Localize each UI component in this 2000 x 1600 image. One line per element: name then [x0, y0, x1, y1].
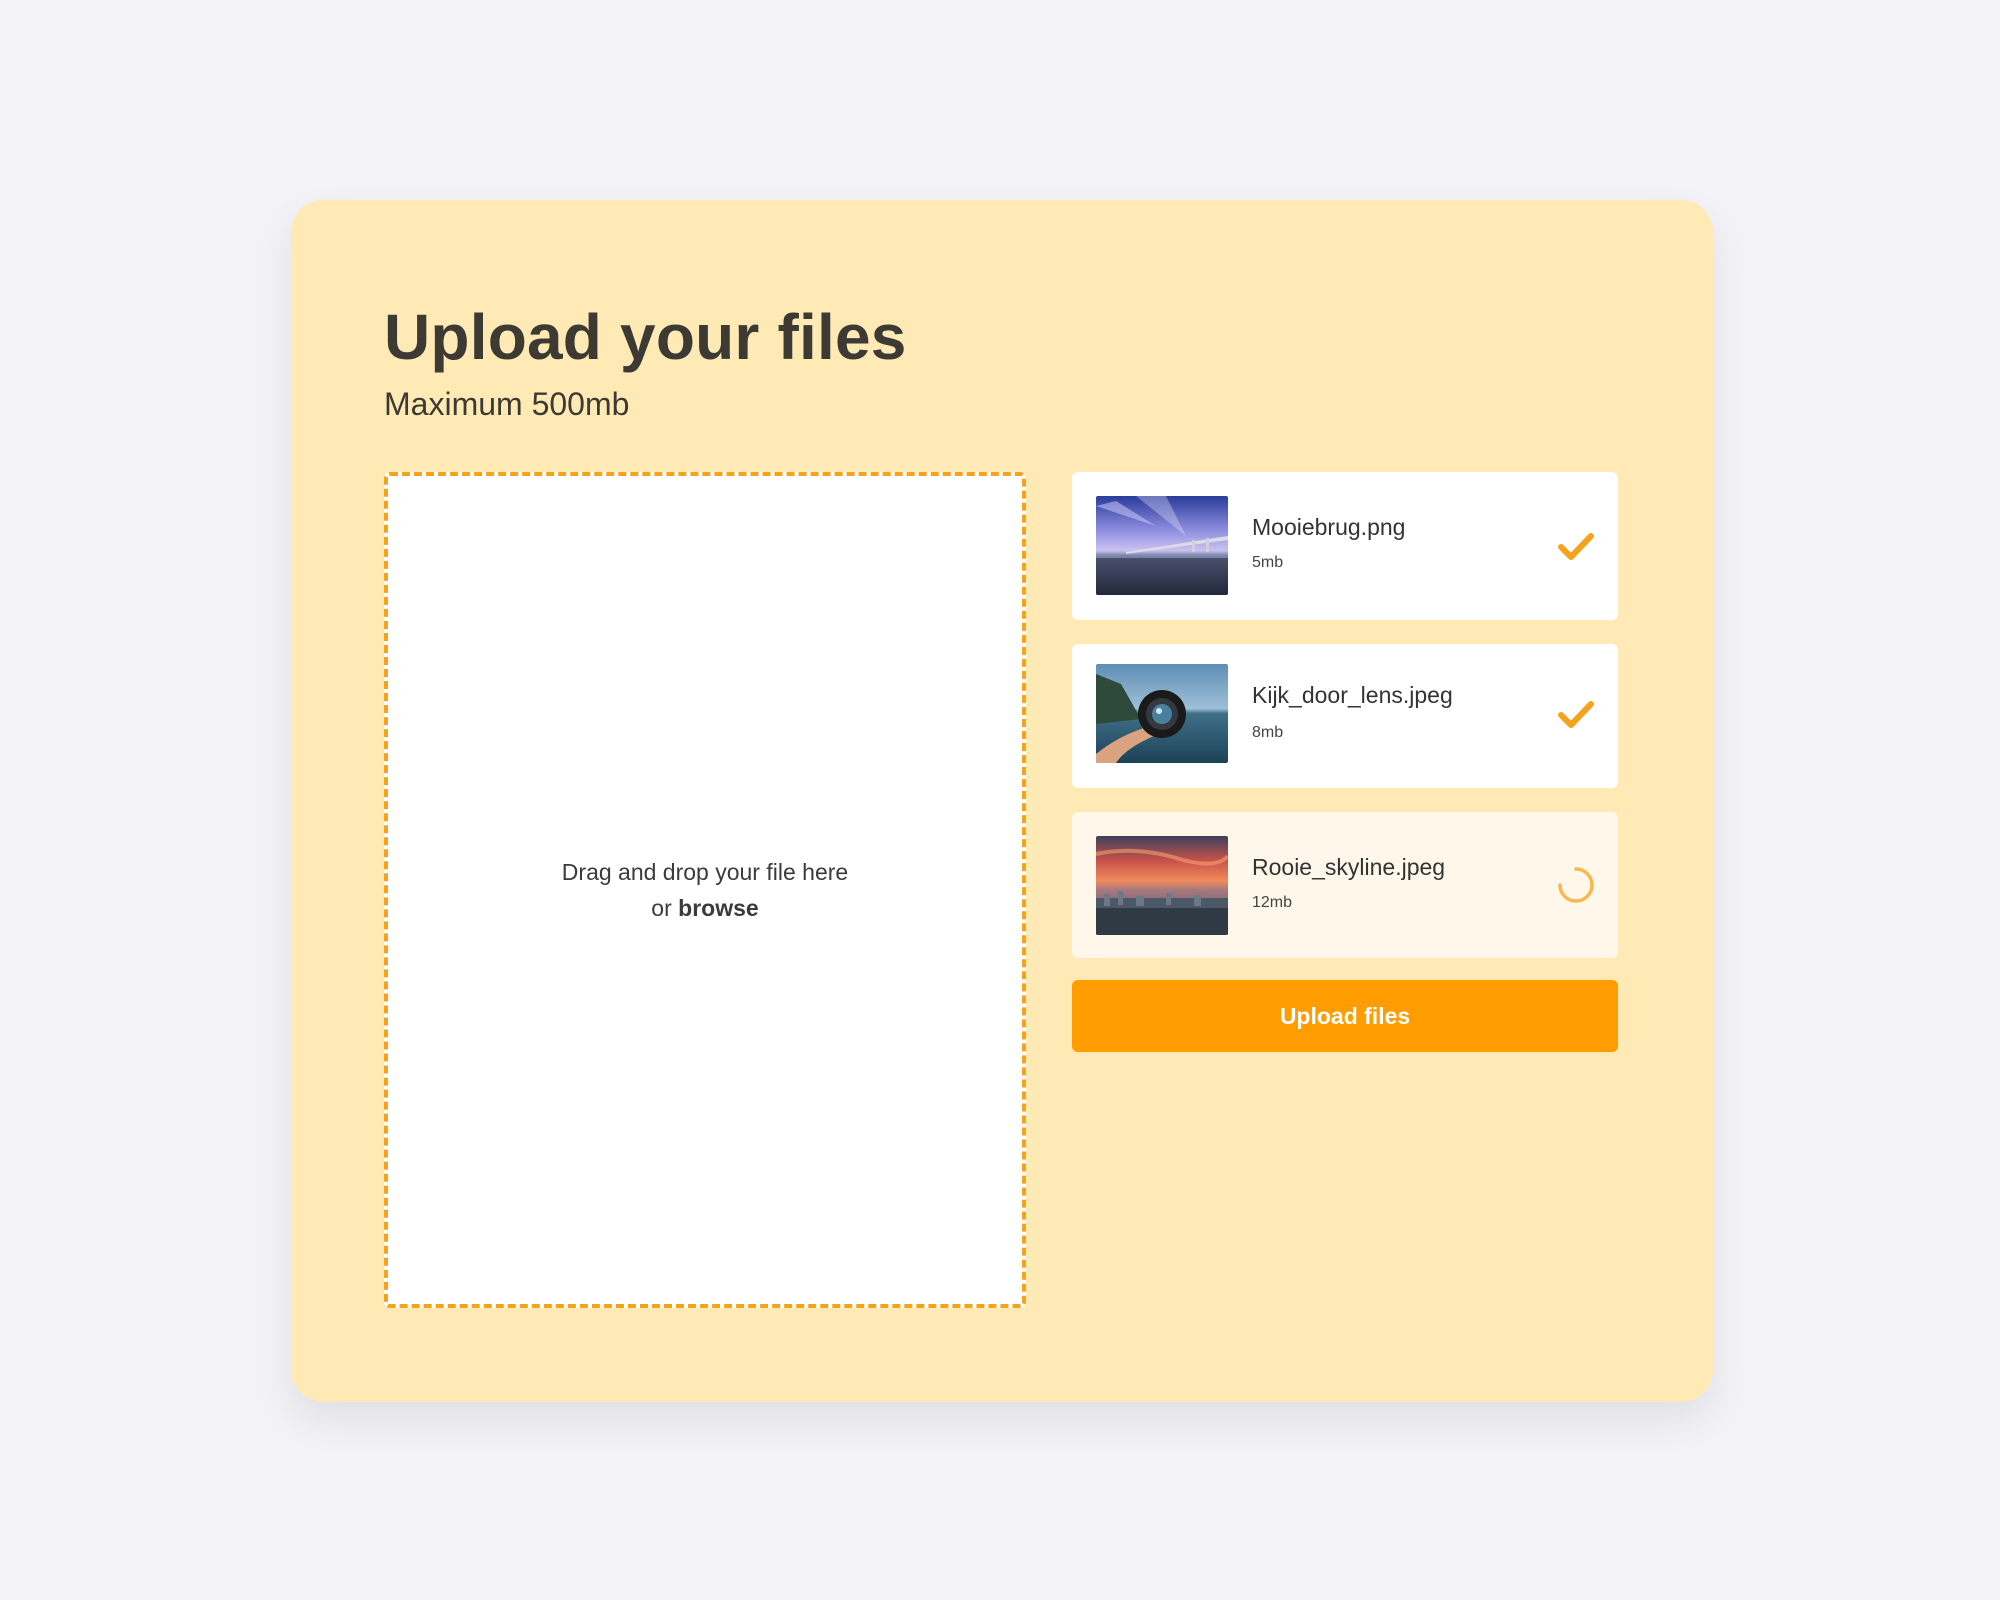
- page-subtitle: Maximum 500mb: [384, 386, 630, 422]
- file-size: 5mb: [1252, 554, 1284, 571]
- drop-zone-instruction: Drag and drop your file here: [561, 859, 849, 885]
- drop-zone-browse-line: or browse: [562, 890, 848, 926]
- drop-zone-text: Drag and drop your file here or browse: [562, 854, 848, 926]
- drop-zone-or: or: [651, 895, 672, 921]
- file-name: Mooiebrug.png: [1252, 514, 1406, 540]
- file-name: Rooie_skyline.jpeg: [1252, 854, 1446, 880]
- file-size: 8mb: [1252, 724, 1284, 741]
- drop-zone[interactable]: Drag and drop your file here or browse: [384, 472, 1026, 1308]
- file-thumbnail-lens: [1096, 664, 1228, 763]
- file-list: Mooiebrug.png 5mb Kijk_door_lens.jpeg 8m…: [1072, 472, 1618, 982]
- file-item: Kijk_door_lens.jpeg 8mb: [1072, 644, 1618, 788]
- file-size: 12mb: [1252, 894, 1293, 911]
- check-icon: [1556, 526, 1596, 566]
- file-item: Mooiebrug.png 5mb: [1072, 472, 1618, 620]
- page-title: Upload your files: [384, 301, 907, 373]
- upload-card: Upload your files Maximum 500mb Drag and…: [291, 200, 1713, 1402]
- spinner-icon: [1556, 865, 1596, 905]
- browse-link[interactable]: browse: [678, 895, 759, 921]
- file-thumbnail-bridge: [1096, 496, 1228, 595]
- file-item: Rooie_skyline.jpeg 12mb: [1072, 812, 1618, 958]
- check-icon: [1556, 694, 1596, 734]
- file-name: Kijk_door_lens.jpeg: [1252, 682, 1453, 708]
- upload-files-button[interactable]: Upload files: [1072, 980, 1618, 1052]
- file-thumbnail-skyline: [1096, 836, 1228, 935]
